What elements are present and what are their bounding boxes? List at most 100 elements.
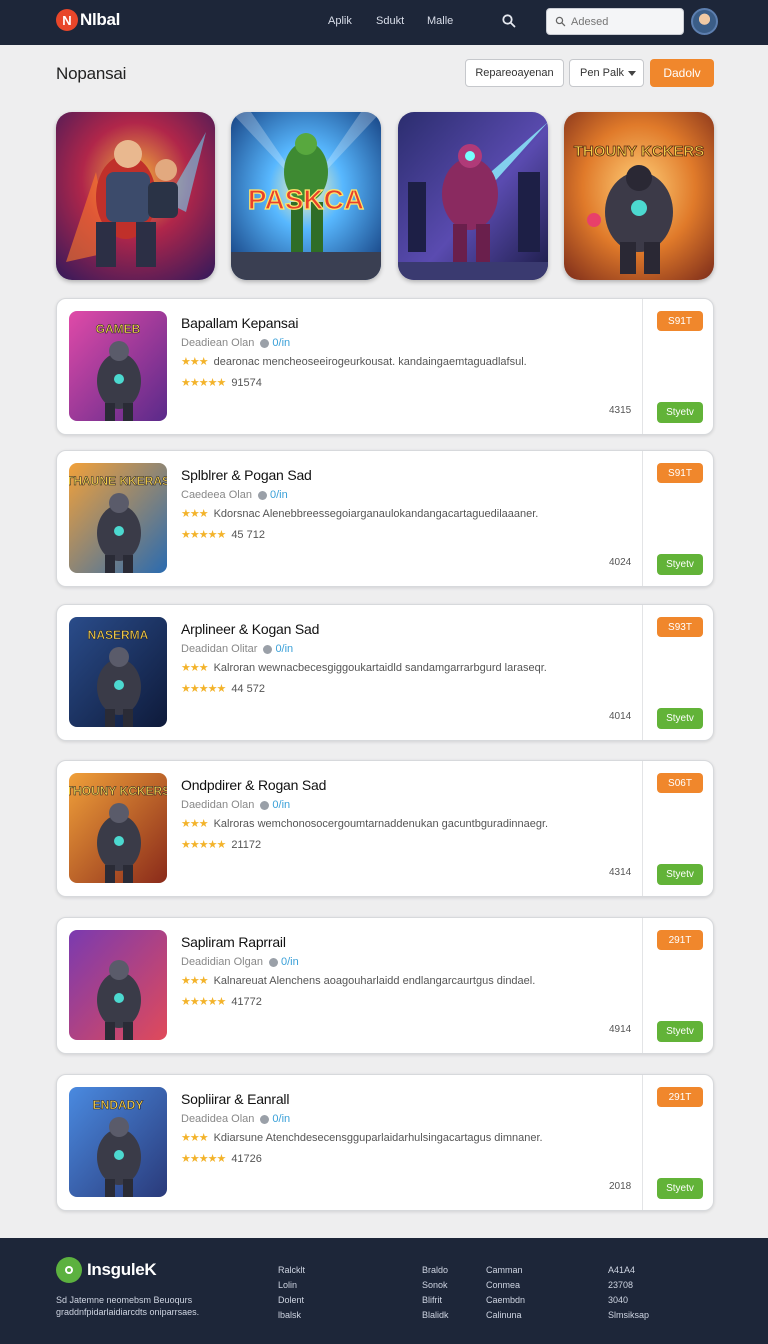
- verified-icon: [260, 338, 270, 348]
- footer-link[interactable]: 3040: [608, 1293, 649, 1308]
- page-title: Nopansai: [56, 64, 127, 83]
- footer-link[interactable]: Ralcklt: [278, 1263, 305, 1278]
- card-divider: [642, 918, 643, 1053]
- verified-icon: [260, 1114, 270, 1124]
- app-size: 4014: [609, 711, 632, 722]
- featured-banner-1[interactable]: [56, 112, 215, 280]
- card-divider: [642, 605, 643, 740]
- featured-thouny-art: THOUNY KCKERS: [564, 112, 714, 280]
- install-button[interactable]: Styetv: [657, 1178, 703, 1199]
- footer-link[interactable]: Camman: [486, 1263, 525, 1278]
- app-thumbnail[interactable]: THOUNY KCKERS: [69, 773, 167, 883]
- install-button[interactable]: Styetv: [657, 554, 703, 575]
- footer-link[interactable]: Slmsiksap: [608, 1308, 649, 1323]
- app-meta: Deadiean Olan 0/in: [181, 337, 290, 349]
- footer-link[interactable]: 23708: [608, 1278, 649, 1293]
- app-thumbnail[interactable]: NASERMA: [69, 617, 167, 727]
- app-title[interactable]: Sopliirar & Eanrall: [181, 1091, 289, 1107]
- footer-link[interactable]: Sonok: [422, 1278, 449, 1293]
- app-tag-link[interactable]: 0/in: [270, 489, 288, 501]
- chat-bubble-icon: [56, 1257, 82, 1283]
- app-card[interactable]: THAUNE KKERAS Splblrer & Pogan Sad Caedeea…: [56, 450, 714, 587]
- footer-tagline: Sd Jatemne neomebsm Beuoqurs graddnfpida…: [56, 1295, 200, 1317]
- app-tag-link[interactable]: 0/in: [281, 956, 299, 968]
- search-box[interactable]: [546, 8, 684, 35]
- footer-link[interactable]: A41A4: [608, 1263, 649, 1278]
- footer-link[interactable]: Blalidk: [422, 1308, 449, 1323]
- verified-icon: [260, 800, 270, 810]
- app-thumbnail[interactable]: [69, 930, 167, 1040]
- featured-paskca-title: PASKCA: [248, 184, 364, 215]
- filter-dropdown[interactable]: Pen Palk: [569, 59, 644, 87]
- install-button[interactable]: Styetv: [657, 708, 703, 729]
- footer-link[interactable]: Caembdn: [486, 1293, 525, 1308]
- app-title[interactable]: Splblrer & Pogan Sad: [181, 467, 312, 483]
- search-input[interactable]: [571, 15, 671, 28]
- app-developer[interactable]: Deadidea Olan: [181, 1113, 254, 1125]
- install-button[interactable]: Styetv: [657, 402, 703, 423]
- app-tag-link[interactable]: 0/in: [272, 799, 290, 811]
- footer-link[interactable]: Blifrit: [422, 1293, 449, 1308]
- footer-link[interactable]: Calinuna: [486, 1308, 525, 1323]
- app-developer[interactable]: Deadiean Olan: [181, 337, 254, 349]
- primary-action-button[interactable]: Dadolv: [650, 59, 714, 87]
- app-developer[interactable]: Caedeea Olan: [181, 489, 252, 501]
- app-thumbnail[interactable]: ENDADY: [69, 1087, 167, 1197]
- price-badge: 291T: [657, 930, 703, 950]
- install-button[interactable]: Styetv: [657, 864, 703, 885]
- app-card[interactable]: GAMEB Bapallam Kepansai Deadiean Olan 0/in ★…: [56, 298, 714, 435]
- app-tag-link[interactable]: 0/in: [275, 643, 293, 655]
- install-button[interactable]: Styetv: [657, 1021, 703, 1042]
- footer-link[interactable]: Conmea: [486, 1278, 525, 1293]
- app-title[interactable]: Sapliram Raprrail: [181, 934, 286, 950]
- footer-link[interactable]: Dolent: [278, 1293, 305, 1308]
- rating-stars-icon: ★★★★★: [181, 839, 226, 851]
- app-rating: ★★★★★ 41726: [181, 1152, 262, 1165]
- card-divider: [642, 761, 643, 896]
- app-meta: Caedeea Olan 0/in: [181, 489, 288, 501]
- app-thumbnail[interactable]: GAMEB: [69, 311, 167, 421]
- price-badge: S91T: [657, 311, 703, 331]
- price-badge: S91T: [657, 463, 703, 483]
- nav-item-3[interactable]: Malle: [427, 15, 453, 27]
- rating-stars-icon: ★★★★★: [181, 1153, 226, 1165]
- footer-link[interactable]: Lolin: [278, 1278, 305, 1293]
- app-tag-link[interactable]: 0/in: [272, 337, 290, 349]
- app-rating-value: 21172: [231, 839, 262, 851]
- app-thumbnail-label: ENDADY: [93, 1098, 144, 1112]
- featured-banner-4[interactable]: THOUNY KCKERS: [564, 112, 714, 280]
- app-card[interactable]: Sapliram Raprrail Deadidian Olgan 0/in ★★★ K…: [56, 917, 714, 1054]
- app-developer[interactable]: Deadidan Olitar: [181, 643, 257, 655]
- footer-column-4: A41A4 23708 3040 Slmsiksap: [608, 1263, 649, 1323]
- app-title[interactable]: Arplineer & Kogan Sad: [181, 621, 319, 637]
- app-card[interactable]: THOUNY KCKERS Ondpdirer & Rogan Sad Daedid…: [56, 760, 714, 897]
- nav-item-1[interactable]: Aplik: [328, 15, 352, 27]
- app-card[interactable]: NASERMA Arplineer & Kogan Sad Deadidan Oli…: [56, 604, 714, 741]
- featured-banner-2[interactable]: PASKCA: [231, 112, 381, 280]
- app-description: ★★★ Kalroran wewnacbecesgiggoukartaidld s…: [181, 661, 547, 674]
- app-title[interactable]: Bapallam Kepansai: [181, 315, 298, 331]
- app-size: 4914: [609, 1024, 632, 1035]
- footer: InsguleK Sd Jatemne neomebsm Beuoqurs gr…: [0, 1238, 768, 1344]
- sort-button[interactable]: Repareoayenan: [465, 59, 564, 87]
- app-description-text: Kalroran wewnacbecesgiggoukartaidld sand…: [213, 662, 547, 674]
- featured-banner-3[interactable]: [398, 112, 548, 280]
- app-title[interactable]: Ondpdirer & Rogan Sad: [181, 777, 326, 793]
- brand-logo[interactable]: N Nlbal: [56, 9, 120, 31]
- footer-link[interactable]: Braldo: [422, 1263, 449, 1278]
- footer-link[interactable]: lbalsk: [278, 1308, 305, 1323]
- app-thumbnail[interactable]: THAUNE KKERAS: [69, 463, 167, 573]
- app-description-text: Kdorsnac Alenebbreessegoiarganaulokandan…: [213, 508, 539, 520]
- app-tag-link[interactable]: 0/in: [272, 1113, 290, 1125]
- app-rating-value: 41772: [231, 996, 262, 1008]
- search-icon[interactable]: [501, 13, 517, 29]
- app-card[interactable]: ENDADY Sopliirar & Eanrall Deadidea Olan 0/…: [56, 1074, 714, 1211]
- user-avatar[interactable]: [691, 8, 718, 35]
- app-developer[interactable]: Daedidan Olan: [181, 799, 254, 811]
- app-meta: Deadidan Olitar 0/in: [181, 643, 293, 655]
- app-description: ★★★ dearonac mencheoseeirogeurkousat. kan…: [181, 355, 527, 368]
- app-developer[interactable]: Deadidian Olgan: [181, 956, 263, 968]
- footer-brand[interactable]: InsguleK: [56, 1257, 157, 1283]
- nav-item-2[interactable]: Sdukt: [376, 15, 404, 27]
- app-rating: ★★★★★ 44 572: [181, 682, 265, 695]
